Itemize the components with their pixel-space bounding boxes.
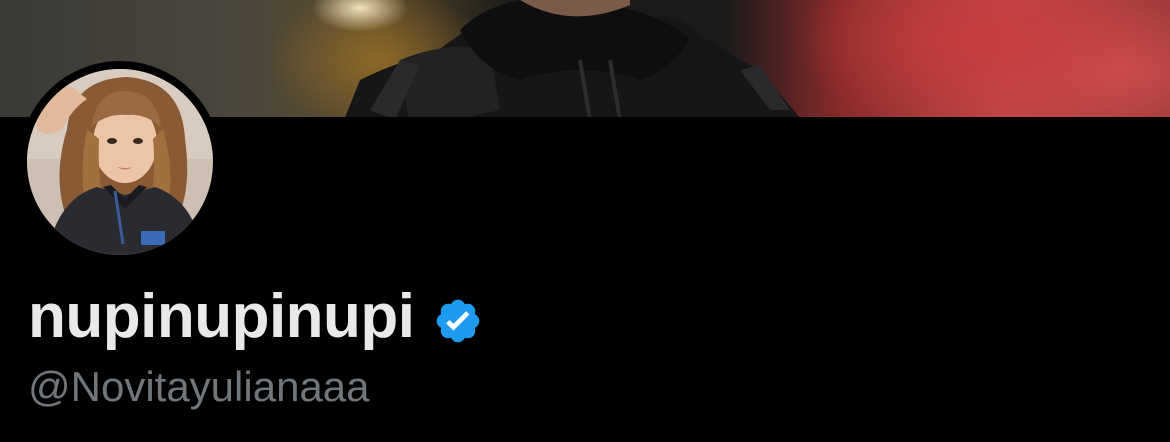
verified-badge-icon[interactable] (433, 296, 483, 346)
banner-photo (345, 0, 800, 117)
avatar[interactable] (27, 69, 213, 255)
profile-photo (27, 69, 213, 255)
display-name: nupinupinupi (28, 282, 415, 351)
username-handle: @Novitayulianaaa (28, 363, 370, 410)
profile-name-row: nupinupinupi (28, 282, 483, 352)
